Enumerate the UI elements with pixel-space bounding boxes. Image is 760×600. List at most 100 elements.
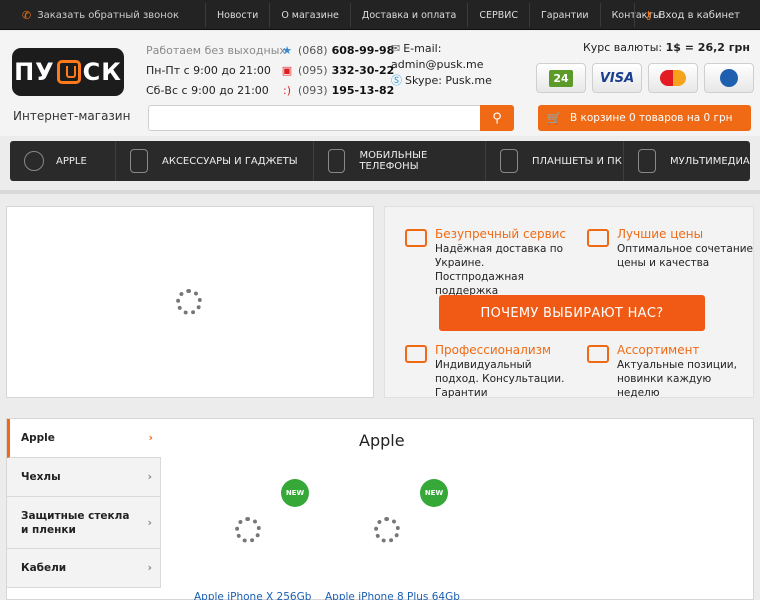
privat24-label: 24	[549, 69, 573, 87]
sidebar-item-cables[interactable]: Кабели ›	[7, 549, 161, 588]
new-badge: NEW	[281, 479, 309, 507]
boxes-icon	[587, 345, 609, 363]
gadget-icon	[130, 149, 148, 173]
logo-text-left: ПУ	[14, 58, 55, 86]
payment-methods: 24 VISA	[536, 63, 754, 93]
nav-apple[interactable]: APPLE	[10, 141, 116, 181]
chevron-right-icon: ›	[147, 515, 152, 529]
nav-tablets[interactable]: ПЛАНШЕТЫ И ПК	[486, 141, 624, 181]
sidebar-item-label: Apple	[21, 432, 55, 444]
catalog-section: Apple › Чехлы › Защитные стекла и пленки…	[6, 418, 754, 600]
benefit-text: Актуальные позиции, новинки каждую недел…	[617, 359, 737, 399]
logo[interactable]: ПУ СК	[12, 48, 124, 96]
callback-link[interactable]: ✆ Заказать обратный звонок	[10, 3, 179, 27]
phone-vodafone[interactable]: ▣ (095) 332-30-22	[280, 61, 395, 81]
sidebar-item-label: Кабели	[21, 562, 67, 574]
skype-icon: Ⓢ	[391, 74, 402, 87]
phone-lifecell[interactable]: :) (093) 195-13-82	[280, 81, 394, 101]
skype-row[interactable]: Ⓢ Skype: Pusk.me	[391, 73, 492, 89]
loading-spinner-icon	[176, 289, 202, 315]
chevron-right-icon: ›	[148, 431, 153, 444]
phone-icon: ✆	[22, 8, 32, 22]
cart-summary: В корзине 0 товаров на 0 грн	[570, 112, 733, 124]
mastercard-icon	[648, 63, 698, 93]
top-nav-warranty[interactable]: Гарантии	[529, 3, 600, 27]
nav-label: ПЛАНШЕТЫ И ПК	[532, 155, 622, 167]
loading-spinner-icon	[374, 517, 400, 543]
briefcase-icon	[405, 345, 427, 363]
phone-code: (068)	[298, 44, 328, 57]
email-address[interactable]: admin@pusk.me	[391, 57, 492, 73]
chevron-right-icon: ›	[147, 470, 152, 483]
cart-button[interactable]: 🛒 В корзине 0 товаров на 0 грн	[538, 105, 751, 131]
nav-multimedia[interactable]: МУЛЬТИМЕДИА	[624, 141, 750, 181]
visa-icon: VISA	[592, 63, 642, 93]
callback-label: Заказать обратный звонок	[37, 9, 179, 21]
top-nav-about[interactable]: О магазине	[269, 3, 350, 27]
email-label: E-mail:	[403, 42, 442, 55]
top-nav-news[interactable]: Новости	[205, 3, 269, 27]
apple-icon	[24, 151, 44, 171]
webmoney-logo	[720, 69, 738, 87]
search-icon: ⚲	[492, 110, 502, 126]
hours-weekdays: Пн-Пт с 9:00 до 21:00	[146, 64, 271, 77]
loading-spinner-icon	[235, 517, 261, 543]
login-link[interactable]: ⚷ Вход в кабинет	[633, 3, 750, 27]
sidebar-item-label: Защитные стекла и пленки	[21, 509, 130, 536]
sidebar-item-glass[interactable]: Защитные стекла и пленки ›	[7, 497, 161, 549]
phone-code: (093)	[298, 84, 328, 97]
nav-label: APPLE	[56, 155, 87, 167]
logo-power-icon	[56, 60, 81, 84]
email-row: ✉ E-mail:	[391, 41, 492, 57]
product-name[interactable]: Apple iPhone X 256Gb	[194, 591, 311, 600]
benefits-panel: Безупречный сервис Надёжная доставка по …	[384, 206, 754, 399]
nav-label: МУЛЬТИМЕДИА	[670, 155, 750, 167]
nav-phones[interactable]: МОБИЛЬНЫЕ ТЕЛЕФОНЫ	[314, 141, 486, 181]
hours-weekend: Сб-Вс с 9:00 до 21:00	[146, 84, 269, 97]
top-nav: Новости О магазине Доставка и оплата СЕР…	[205, 3, 671, 27]
contacts: ✉ E-mail: admin@pusk.me Ⓢ Skype: Pusk.me	[391, 41, 492, 89]
hours-title: Работаем без выходных	[146, 44, 286, 57]
main-nav: APPLE АКСЕССУАРЫ И ГАДЖЕТЫ МОБИЛЬНЫЕ ТЕЛ…	[10, 141, 750, 181]
benefit-title: Ассортимент	[617, 343, 700, 357]
cart-icon: 🛒	[546, 111, 562, 125]
currency-label: Курс валюты:	[582, 41, 663, 54]
nav-label: АКСЕССУАРЫ И ГАДЖЕТЫ	[162, 155, 298, 167]
kyivstar-icon: ★	[282, 44, 292, 57]
key-icon: ⚷	[644, 8, 653, 22]
category-title: Apple	[359, 431, 405, 450]
visa-label: VISA	[599, 70, 635, 86]
privat24-icon: 24	[536, 63, 586, 93]
login-label: Вход в кабинет	[658, 9, 740, 21]
divider	[0, 190, 760, 194]
banner-slider[interactable]	[6, 206, 374, 398]
phone-kyivstar[interactable]: ★ (068) 608-99-98	[280, 41, 394, 61]
top-nav-delivery[interactable]: Доставка и оплата	[349, 3, 467, 27]
mastercard-logo	[660, 70, 686, 86]
category-sidebar: Apple › Чехлы › Защитные стекла и пленки…	[7, 419, 161, 588]
wallet-icon	[587, 229, 609, 247]
why-us-button[interactable]: ПОЧЕМУ ВЫБИРАЮТ НАС?	[439, 295, 705, 331]
top-bar: ✆ Заказать обратный звонок Новости О маг…	[0, 0, 760, 30]
webmoney-icon	[704, 63, 754, 93]
working-hours: Работаем без выходных Пн-Пт с 9:00 до 21…	[146, 41, 286, 101]
benefit-text: Индивидуальный подход. Консультации. Гар…	[435, 359, 565, 399]
product-name[interactable]: Apple iPhone 8 Plus 64Gb	[325, 591, 460, 600]
tablet-icon	[500, 149, 518, 173]
nav-label: МОБИЛЬНЫЕ ТЕЛЕФОНЫ	[359, 150, 428, 172]
phone-code: (095)	[298, 64, 328, 77]
new-badge: NEW	[420, 479, 448, 507]
benefit-title: Безупречный сервис	[435, 227, 567, 241]
logo-text-right: СК	[82, 58, 122, 86]
search-button[interactable]: ⚲	[480, 105, 514, 131]
envelope-icon: ✉	[391, 42, 401, 55]
sidebar-item-cases[interactable]: Чехлы ›	[7, 458, 161, 497]
nav-accessories[interactable]: АКСЕССУАРЫ И ГАДЖЕТЫ	[116, 141, 314, 181]
sidebar-item-apple[interactable]: Apple ›	[7, 419, 161, 458]
phone-number: 608-99-98	[331, 44, 395, 57]
phone-device-icon	[328, 149, 346, 173]
chevron-right-icon: ›	[147, 561, 152, 574]
header: ПУ СК Интернет-магазин Работаем без выхо…	[0, 31, 760, 136]
benefit-title: Лучшие цены	[617, 227, 704, 241]
top-nav-service[interactable]: СЕРВИС	[467, 3, 529, 27]
